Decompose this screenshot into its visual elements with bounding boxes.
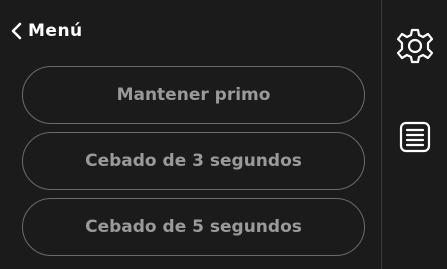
list-button[interactable] <box>393 117 437 161</box>
options-list: Mantener primo Cebado de 3 segundos Ceba… <box>22 66 365 264</box>
gear-icon <box>395 26 435 70</box>
screen: Menú Mantener primo Cebado de 3 segundos… <box>0 0 447 269</box>
option-prime-3-seconds-button[interactable]: Cebado de 3 segundos <box>22 132 365 190</box>
chevron-left-icon <box>10 22 24 40</box>
back-label: Menú <box>28 21 83 41</box>
option-prime-5-seconds-button[interactable]: Cebado de 5 segundos <box>22 198 365 256</box>
sidebar-divider <box>381 0 382 269</box>
option-keep-prime-button[interactable]: Mantener primo <box>22 66 365 124</box>
list-icon <box>397 119 433 159</box>
settings-button[interactable] <box>393 26 437 70</box>
back-button[interactable]: Menú <box>10 16 83 46</box>
